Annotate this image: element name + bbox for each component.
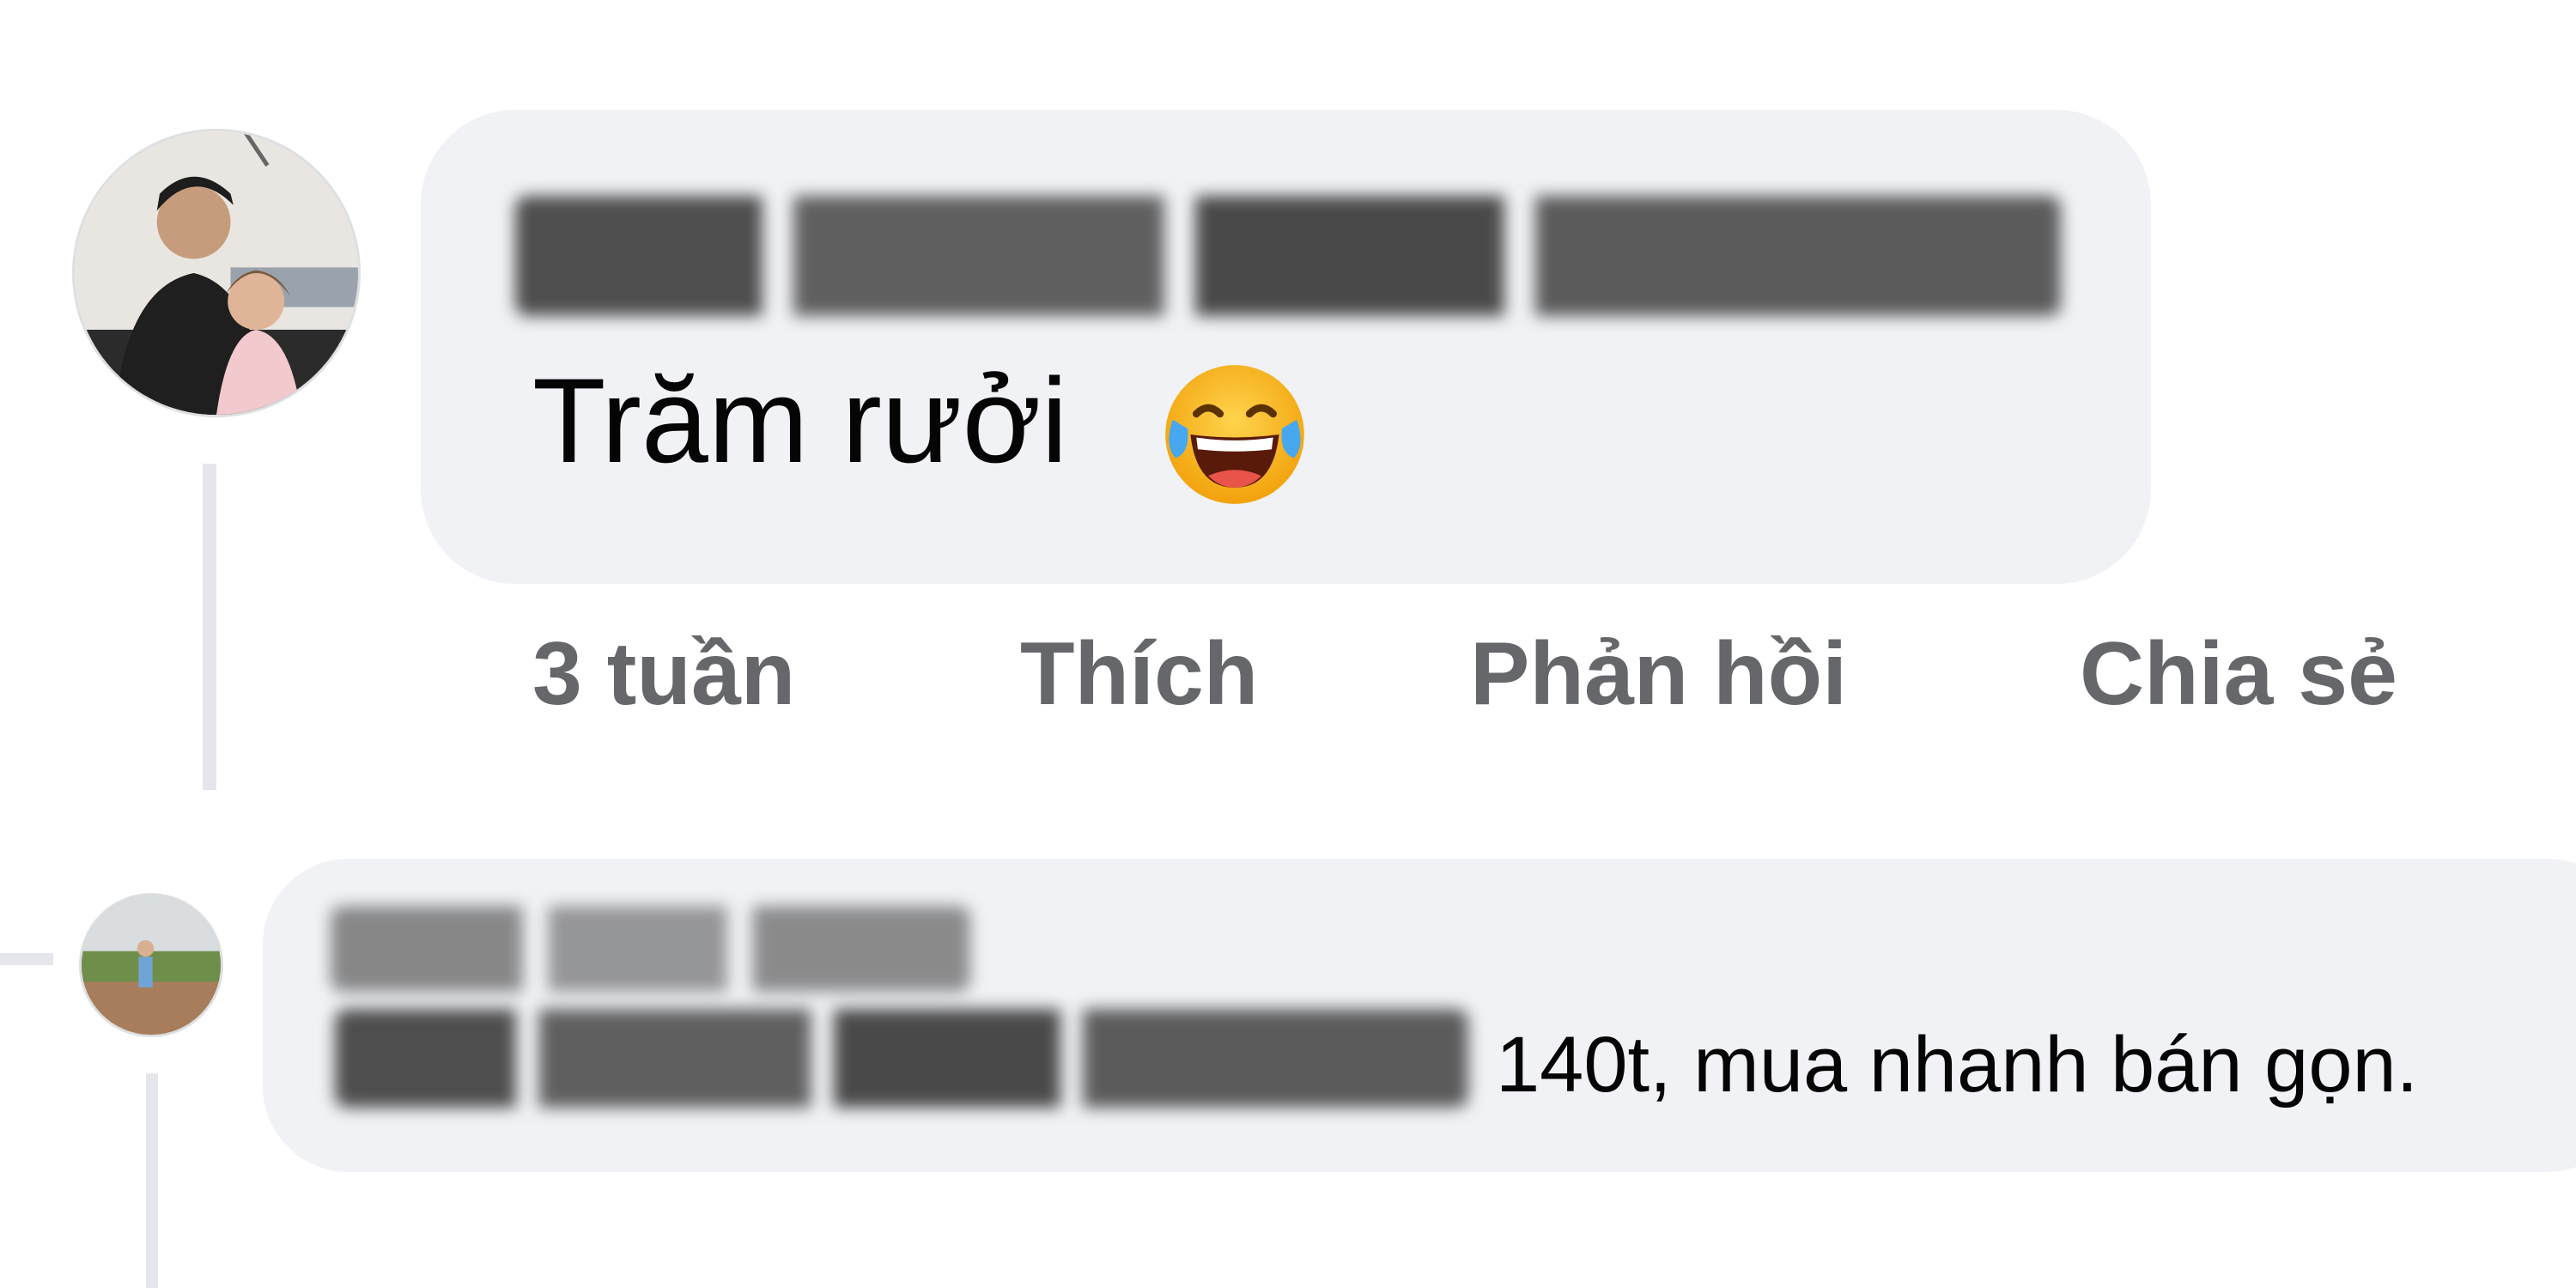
reply-thread-line [146, 1073, 158, 1288]
reply-button[interactable]: Phản hồi [1470, 623, 1847, 726]
comment-actions: 3 tuần Thích Phản hồi Chia sẻ [0, 623, 2576, 726]
reply-text: 140t, mua nhanh bán gọn. [1496, 1021, 2419, 1109]
like-button[interactable]: Thích [1020, 623, 1258, 726]
comment-text-value: Trăm rưởi [532, 353, 1068, 488]
comment-time[interactable]: 3 tuần [532, 623, 795, 726]
reply-avatar[interactable] [79, 893, 223, 1037]
share-button[interactable]: Chia sẻ [2080, 623, 2397, 726]
reply-avatar-photo [82, 896, 221, 1035]
avatar-photo [75, 131, 358, 415]
face-with-tears-of-joy-icon [1161, 361, 1309, 513]
avatar[interactable] [72, 129, 361, 417]
comment-bubble [421, 110, 2151, 584]
comment-author-name[interactable] [515, 196, 2061, 316]
comment-text: Trăm rưởi [532, 361, 1068, 481]
reply-mention[interactable] [335, 1009, 1468, 1108]
reply-author-name[interactable] [331, 906, 970, 992]
reply-connector-line [0, 953, 53, 965]
